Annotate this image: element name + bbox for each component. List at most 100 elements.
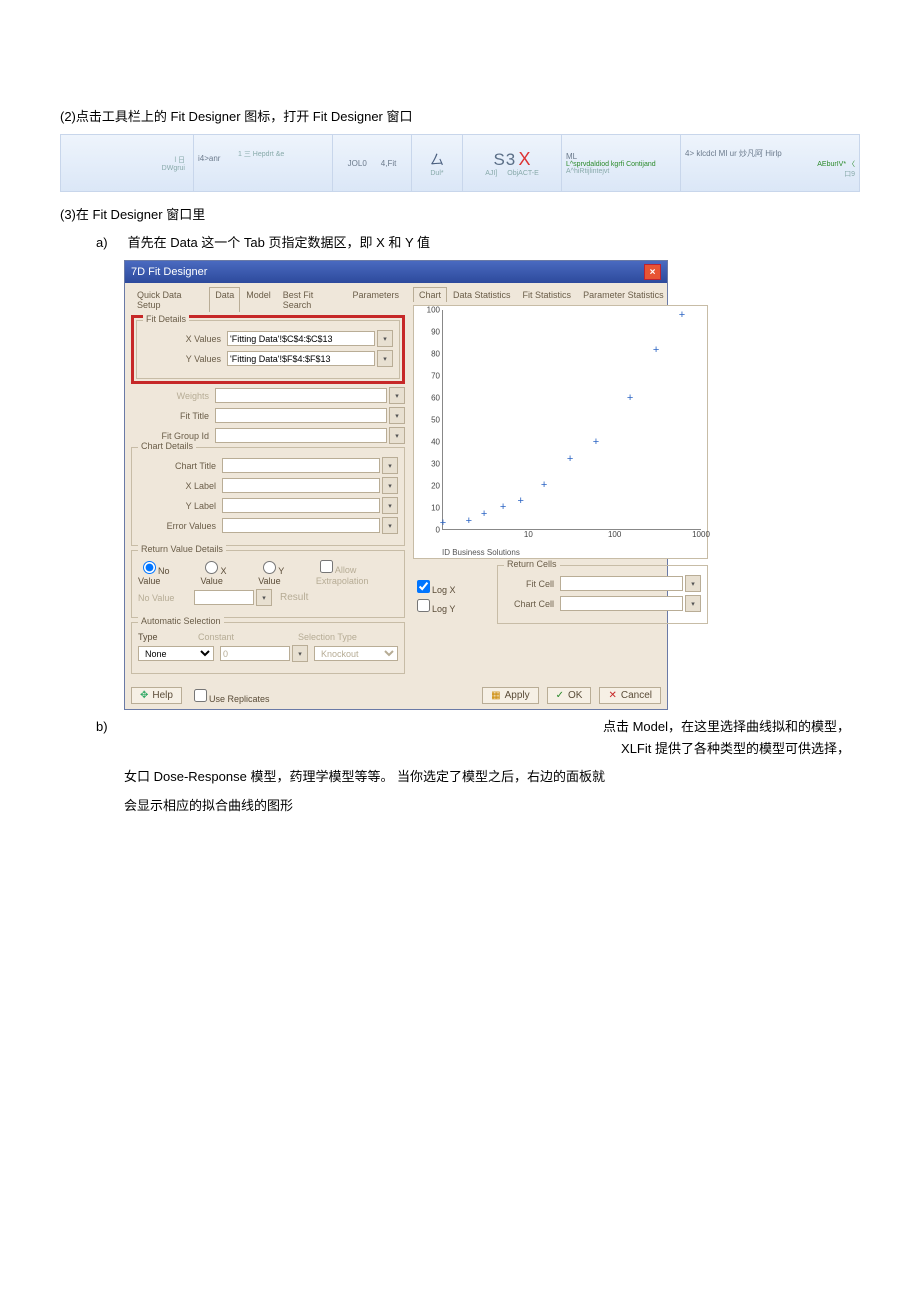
data-point: +	[679, 309, 685, 321]
weights-picker-icon[interactable]: ▾	[389, 387, 405, 404]
fitcell-input[interactable]	[560, 576, 683, 591]
tb-seg3a: JOL0	[348, 159, 367, 168]
fit-group-input[interactable]	[215, 428, 387, 443]
dialog-title: 7D Fit Designer	[131, 266, 207, 278]
tb-seg1-bot: DWgrui	[162, 165, 185, 172]
right-tabs: ChartData StatisticsFit StatisticsParame…	[413, 287, 708, 302]
fit-group-picker-icon[interactable]: ▾	[389, 427, 405, 444]
error-picker-icon[interactable]: ▾	[382, 517, 398, 534]
logy-check[interactable]: Log Y	[413, 604, 455, 614]
fit-designer-dialog: 7D Fit Designer × Quick Data SetupDataMo…	[124, 260, 668, 710]
step2-text: (2)点击工具栏上的 Fit Designer 图标，打开 Fit Design…	[60, 106, 860, 128]
xlabel-label: X Label	[138, 481, 222, 491]
data-point: +	[541, 479, 547, 491]
data-point: +	[517, 495, 523, 507]
tb-seg6-b: A^hiRtijlintejvt	[566, 168, 609, 175]
chartcell-picker-icon[interactable]: ▾	[685, 595, 701, 612]
tab-parameters[interactable]: Parameters	[346, 287, 405, 312]
tb-s3: S3	[493, 150, 516, 169]
ylabel-picker-icon[interactable]: ▾	[382, 497, 398, 514]
fit-title-picker-icon[interactable]: ▾	[389, 407, 405, 424]
fit-details-title: Fit Details	[143, 314, 189, 324]
use-replicates-check[interactable]: Use Replicates	[190, 686, 270, 705]
fit-title-label: Fit Title	[131, 411, 215, 421]
tab-data-statistics[interactable]: Data Statistics	[447, 287, 517, 302]
chart-details-title: Chart Details	[138, 441, 196, 451]
y-values-label: Y Values	[143, 354, 227, 364]
designer-icon[interactable]: 厶	[430, 150, 444, 170]
step3-text: (3)在 Fit Designer 窗口里	[60, 204, 860, 226]
xtick: 100	[608, 530, 621, 539]
apply-button[interactable]: ▦Apply	[482, 687, 538, 704]
y-values-input[interactable]	[227, 351, 375, 366]
ok-button[interactable]: ✓OK	[547, 687, 592, 704]
as-type-label: Type	[138, 632, 198, 642]
as-type-select[interactable]: None	[138, 646, 214, 661]
chart-title-picker-icon[interactable]: ▾	[382, 457, 398, 474]
y-range-picker-icon[interactable]: ▾	[377, 350, 393, 367]
data-point: +	[627, 392, 633, 404]
as-seltype-select[interactable]: Knockout	[314, 646, 398, 661]
rv-picker-icon[interactable]: ▾	[256, 589, 272, 606]
data-point: +	[593, 436, 599, 448]
tab-best-fit-search[interactable]: Best Fit Search	[277, 287, 347, 312]
data-point: +	[466, 515, 472, 527]
dialog-footer: ✥Help Use Replicates ▦Apply ✓OK ✕Cancel	[125, 682, 667, 709]
dialog-titlebar[interactable]: 7D Fit Designer ×	[125, 261, 667, 283]
tb-x-icon: X	[519, 149, 531, 169]
weights-input[interactable]	[215, 388, 387, 403]
chartcell-label: Chart Cell	[504, 599, 560, 609]
b-text1: 点击 Model，在这里选择曲线拟和的模型，	[124, 716, 860, 738]
fit-title-input[interactable]	[215, 408, 387, 423]
ytick: 80	[431, 350, 440, 359]
fitcell-label: Fit Cell	[504, 579, 560, 589]
ylabel-input[interactable]	[222, 498, 380, 513]
rv-yvalue-radio[interactable]: Y Value	[258, 558, 302, 586]
ytick: 30	[431, 460, 440, 469]
data-point: +	[567, 453, 573, 465]
excel-toolbar: l 日 DWgrui i4>anr 1 三 Hepdrt &e JOL0 4,F…	[60, 134, 860, 192]
logx-check[interactable]: Log X	[413, 585, 456, 595]
as-constant-input[interactable]	[220, 646, 290, 661]
xtick: 10	[524, 530, 533, 539]
chart-title-input[interactable]	[222, 458, 380, 473]
xlabel-input[interactable]	[222, 478, 380, 493]
chart-details-group: Chart Details Chart Title▾ X Label▾ Y La…	[131, 447, 405, 546]
tb-seg5-b1: AJI]	[485, 170, 497, 177]
chart-caption: ID Business Solutions	[442, 548, 520, 557]
data-point: +	[653, 344, 659, 356]
ytick: 10	[431, 504, 440, 513]
rv-novalue2-label: No Value	[138, 593, 194, 603]
ytick: 90	[431, 328, 440, 337]
x-range-picker-icon[interactable]: ▾	[377, 330, 393, 347]
tab-quick-data-setup[interactable]: Quick Data Setup	[131, 287, 209, 312]
close-icon[interactable]: ×	[644, 264, 661, 280]
tb-seg6-m: L^sprvdaldiod kgrfi Contijand	[566, 161, 656, 168]
x-values-input[interactable]	[227, 331, 375, 346]
tb-seg2-top: 1 三 Hepdrt &e	[238, 149, 284, 159]
tab-parameter-statistics[interactable]: Parameter Statistics	[577, 287, 670, 302]
chart-title-label: Chart Title	[138, 461, 222, 471]
tab-data[interactable]: Data	[209, 287, 240, 312]
ytick: 100	[427, 306, 440, 315]
chartcell-input[interactable]	[560, 596, 683, 611]
data-highlight: Fit Details X Values ▾ Y Values ▾	[131, 315, 405, 384]
ytick: 70	[431, 372, 440, 381]
xlabel-picker-icon[interactable]: ▾	[382, 477, 398, 494]
as-constant-picker-icon[interactable]: ▾	[292, 645, 308, 662]
rv-allow-check[interactable]: Allow Extrapolation	[316, 557, 398, 586]
help-button[interactable]: ✥Help	[131, 687, 182, 704]
tab-chart[interactable]: Chart	[413, 287, 447, 302]
rv-novalue-radio[interactable]: No Value	[138, 558, 186, 586]
data-point: +	[500, 501, 506, 513]
fitcell-picker-icon[interactable]: ▾	[685, 575, 701, 592]
error-input[interactable]	[222, 518, 380, 533]
rv-xvalue-radio[interactable]: X Value	[200, 558, 244, 586]
auto-selection-group: Automatic Selection Type Constant Select…	[131, 622, 405, 674]
tb-seg2-left: i4>anr	[198, 154, 220, 163]
cancel-button[interactable]: ✕Cancel	[599, 687, 661, 704]
tab-model[interactable]: Model	[240, 287, 277, 312]
tb-seg7-m: AEburIV* 〈	[817, 159, 855, 169]
rv-input[interactable]	[194, 590, 254, 605]
tab-fit-statistics[interactable]: Fit Statistics	[517, 287, 578, 302]
